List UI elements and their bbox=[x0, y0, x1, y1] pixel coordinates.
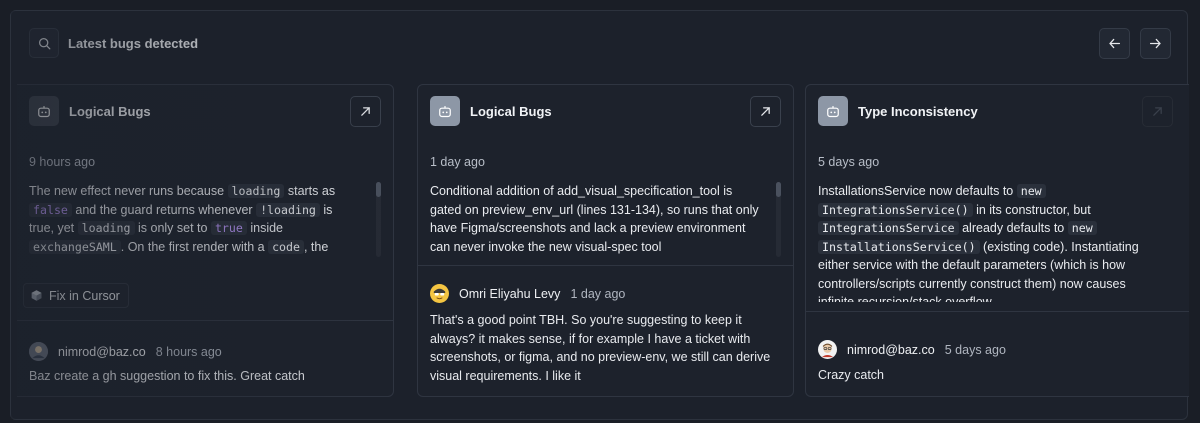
fix-in-cursor-button[interactable]: Fix in Cursor bbox=[23, 283, 129, 308]
panel-header: Latest bugs detected bbox=[29, 28, 198, 58]
comment-header: nimrod@baz.co 8 hours ago bbox=[29, 342, 222, 361]
card-header: Type Inconsistency bbox=[818, 96, 978, 126]
comment-author: nimrod@baz.co bbox=[58, 344, 146, 359]
open-external-button[interactable] bbox=[750, 96, 781, 127]
card-header: Logical Bugs bbox=[430, 96, 552, 126]
search-icon bbox=[29, 28, 59, 58]
card-time: 1 day ago bbox=[430, 155, 485, 169]
card-category: Logical Bugs bbox=[470, 103, 552, 119]
bug-card[interactable]: Type Inconsistency 5 days ago Installati… bbox=[805, 84, 1189, 397]
card-description: InstallationsService now defaults to new… bbox=[818, 184, 1139, 302]
comment-time: 1 day ago bbox=[570, 286, 626, 301]
bug-card[interactable]: Logical Bugs 9 hours ago The new effect … bbox=[17, 84, 394, 397]
comment-text: Baz create a gh suggestion to fix this. … bbox=[29, 369, 305, 383]
external-link-icon bbox=[361, 107, 370, 116]
comment-time: 8 hours ago bbox=[155, 344, 222, 359]
comment-text: Crazy catch bbox=[818, 368, 884, 382]
comment-time: 5 days ago bbox=[944, 342, 1006, 357]
card-description: The new effect never runs because loadin… bbox=[29, 184, 336, 254]
comment-author: nimrod@baz.co bbox=[847, 342, 935, 357]
card-time: 5 days ago bbox=[818, 155, 880, 169]
external-link-icon bbox=[761, 107, 770, 116]
comment-header: Omri Eliyahu Levy 1 day ago bbox=[430, 284, 625, 303]
arrow-left-icon bbox=[1109, 38, 1121, 49]
prev-button[interactable] bbox=[1099, 28, 1130, 59]
card-divider bbox=[17, 320, 393, 321]
bugs-panel: Latest bugs detected Logical Bugs 9 hour… bbox=[10, 10, 1189, 420]
scrollbar-thumb[interactable] bbox=[776, 182, 781, 197]
comment-author: Omri Eliyahu Levy bbox=[459, 286, 561, 301]
robot-icon bbox=[430, 96, 460, 126]
robot-icon bbox=[818, 96, 848, 126]
description-scrollbar[interactable] bbox=[776, 182, 781, 257]
cube-icon bbox=[31, 290, 42, 301]
arrow-right-icon bbox=[1149, 38, 1161, 49]
comment-header: nimrod@baz.co 5 days ago bbox=[818, 340, 1006, 359]
avatar bbox=[29, 342, 48, 361]
card-description: Conditional addition of add_visual_speci… bbox=[430, 184, 759, 254]
card-divider bbox=[806, 311, 1189, 312]
next-button[interactable] bbox=[1140, 28, 1171, 59]
open-external-button[interactable] bbox=[350, 96, 381, 127]
card-divider bbox=[418, 265, 793, 266]
open-external-button[interactable] bbox=[1142, 96, 1173, 127]
fix-button-label: Fix in Cursor bbox=[49, 288, 120, 303]
panel-title: Latest bugs detected bbox=[68, 35, 199, 51]
carousel-nav bbox=[1099, 28, 1171, 59]
robot-icon bbox=[29, 96, 59, 126]
card-category: Type Inconsistency bbox=[858, 103, 978, 119]
card-category: Logical Bugs bbox=[69, 103, 151, 119]
external-link-icon bbox=[1153, 107, 1162, 116]
description-scrollbar[interactable] bbox=[376, 182, 381, 257]
bug-card[interactable]: Logical Bugs 1 day ago Conditional addit… bbox=[417, 84, 794, 397]
avatar bbox=[430, 284, 449, 303]
scrollbar-thumb[interactable] bbox=[376, 182, 381, 197]
avatar bbox=[818, 340, 837, 359]
comment-text: That's a good point TBH. So you're sugge… bbox=[430, 313, 771, 383]
card-time: 9 hours ago bbox=[29, 155, 96, 169]
card-header: Logical Bugs bbox=[29, 96, 151, 126]
